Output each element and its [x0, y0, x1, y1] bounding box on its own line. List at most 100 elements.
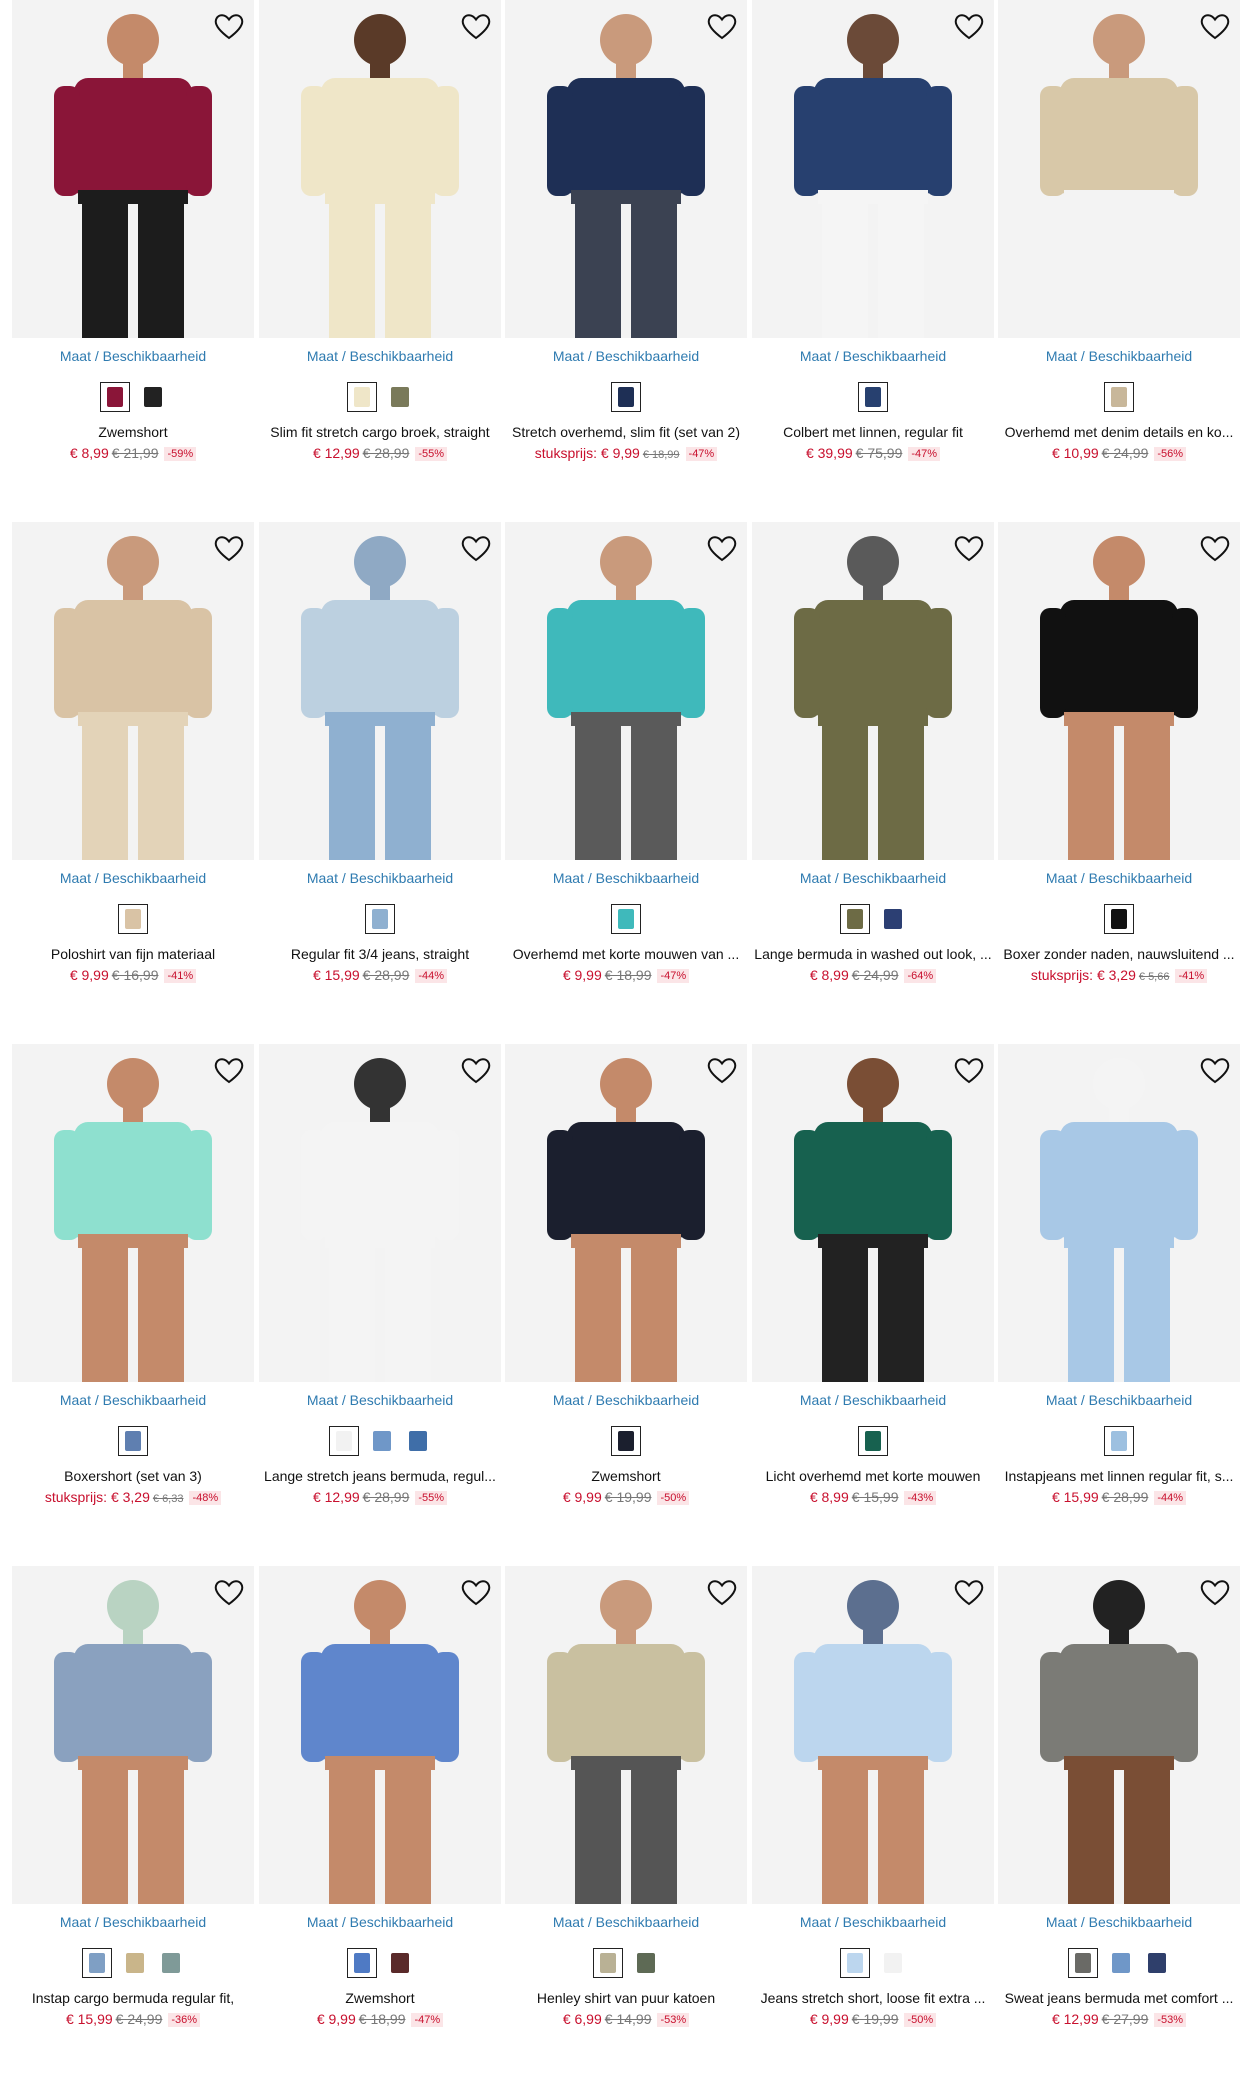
heart-icon[interactable] [1198, 532, 1232, 564]
color-swatch[interactable] [593, 1948, 623, 1978]
heart-icon[interactable] [212, 1576, 246, 1608]
heart-icon[interactable] [705, 1054, 739, 1086]
product-card[interactable]: Maat / Beschikbaarheid Regular fit 3/4 je… [259, 522, 501, 1002]
product-name[interactable]: Boxershort (set van 3) [12, 1468, 254, 1484]
heart-icon[interactable] [952, 1576, 986, 1608]
heart-icon[interactable] [1198, 10, 1232, 42]
product-card[interactable]: Maat / Beschikbaarheid Poloshirt van fijn… [12, 522, 254, 1002]
color-swatch[interactable] [118, 904, 148, 934]
heart-icon[interactable] [212, 1054, 246, 1086]
product-card[interactable]: Maat / Beschikbaarheid Lange stretch jean… [259, 1044, 501, 1524]
size-availability-link[interactable]: Maat / Beschikbaarheid [998, 870, 1240, 886]
product-image[interactable] [505, 0, 747, 338]
product-name[interactable]: Regular fit 3/4 jeans, straight [259, 946, 501, 962]
color-swatch[interactable] [329, 1426, 359, 1456]
product-image[interactable] [752, 522, 994, 860]
size-availability-link[interactable]: Maat / Beschikbaarheid [752, 348, 994, 364]
product-card[interactable]: Maat / Beschikbaarheid Instap cargo bermu… [12, 1566, 254, 2046]
product-card[interactable]: Maat / Beschikbaarheid Slim fit stretch c… [259, 0, 501, 480]
size-availability-link[interactable]: Maat / Beschikbaarheid [12, 348, 254, 364]
size-availability-link[interactable]: Maat / Beschikbaarheid [752, 870, 994, 886]
product-image[interactable] [998, 522, 1240, 860]
product-name[interactable]: Henley shirt van puur katoen [505, 1990, 747, 2006]
color-swatch[interactable] [611, 904, 641, 934]
color-swatch[interactable] [369, 1428, 395, 1454]
color-swatch[interactable] [1104, 904, 1134, 934]
product-image[interactable] [505, 1566, 747, 1904]
product-image[interactable] [12, 1044, 254, 1382]
color-swatch[interactable] [387, 1950, 413, 1976]
product-name[interactable]: Overhemd met denim details en ko... [998, 424, 1240, 440]
size-availability-link[interactable]: Maat / Beschikbaarheid [259, 1392, 501, 1408]
heart-icon[interactable] [212, 532, 246, 564]
heart-icon[interactable] [459, 532, 493, 564]
size-availability-link[interactable]: Maat / Beschikbaarheid [752, 1392, 994, 1408]
product-name[interactable]: Instap cargo bermuda regular fit, [12, 1990, 254, 2006]
product-image[interactable] [259, 522, 501, 860]
product-name[interactable]: Zwemshort [505, 1468, 747, 1484]
product-card[interactable]: Maat / Beschikbaarheid Licht overhemd met… [752, 1044, 994, 1524]
color-swatch[interactable] [347, 382, 377, 412]
product-name[interactable]: Colbert met linnen, regular fit [752, 424, 994, 440]
heart-icon[interactable] [952, 532, 986, 564]
product-name[interactable]: Overhemd met korte mouwen van ... [505, 946, 747, 962]
color-swatch[interactable] [840, 904, 870, 934]
product-card[interactable]: Maat / Beschikbaarheid Boxer zonder naden… [998, 522, 1240, 1002]
color-swatch[interactable] [611, 382, 641, 412]
product-card[interactable]: Maat / Beschikbaarheid Colbert met linnen… [752, 0, 994, 480]
heart-icon[interactable] [705, 10, 739, 42]
product-name[interactable]: Zwemshort [12, 424, 254, 440]
product-card[interactable]: Maat / Beschikbaarheid Jeans stretch shor… [752, 1566, 994, 2046]
product-name[interactable]: Boxer zonder naden, nauwsluitend ... [998, 946, 1240, 962]
color-swatch[interactable] [1104, 1426, 1134, 1456]
color-swatch[interactable] [1068, 1948, 1098, 1978]
product-name[interactable]: Lange stretch jeans bermuda, regul... [259, 1468, 501, 1484]
product-name[interactable]: Licht overhemd met korte mouwen [752, 1468, 994, 1484]
product-image[interactable] [998, 0, 1240, 338]
product-card[interactable]: Maat / Beschikbaarheid Sweat jeans bermud… [998, 1566, 1240, 2046]
product-card[interactable]: Maat / Beschikbaarheid Overhemd met denim… [998, 0, 1240, 480]
size-availability-link[interactable]: Maat / Beschikbaarheid [12, 1914, 254, 1930]
heart-icon[interactable] [212, 10, 246, 42]
color-swatch[interactable] [82, 1948, 112, 1978]
product-image[interactable] [505, 1044, 747, 1382]
product-name[interactable]: Instapjeans met linnen regular fit, s... [998, 1468, 1240, 1484]
product-name[interactable]: Poloshirt van fijn materiaal [12, 946, 254, 962]
product-image[interactable] [259, 1044, 501, 1382]
color-swatch[interactable] [118, 1426, 148, 1456]
heart-icon[interactable] [1198, 1576, 1232, 1608]
product-image[interactable] [12, 0, 254, 338]
color-swatch[interactable] [880, 1950, 906, 1976]
size-availability-link[interactable]: Maat / Beschikbaarheid [998, 348, 1240, 364]
size-availability-link[interactable]: Maat / Beschikbaarheid [752, 1914, 994, 1930]
product-image[interactable] [259, 1566, 501, 1904]
product-image[interactable] [998, 1566, 1240, 1904]
product-name[interactable]: Lange bermuda in washed out look, ... [752, 946, 994, 962]
color-swatch[interactable] [1108, 1950, 1134, 1976]
product-name[interactable]: Zwemshort [259, 1990, 501, 2006]
product-card[interactable]: Maat / Beschikbaarheid Lange bermuda in w… [752, 522, 994, 1002]
product-card[interactable]: Maat / Beschikbaarheid Zwemshort € 9,99 € 1… [505, 1044, 747, 1524]
size-availability-link[interactable]: Maat / Beschikbaarheid [259, 1914, 501, 1930]
size-availability-link[interactable]: Maat / Beschikbaarheid [505, 1392, 747, 1408]
heart-icon[interactable] [705, 1576, 739, 1608]
heart-icon[interactable] [705, 532, 739, 564]
color-swatch[interactable] [1144, 1950, 1170, 1976]
color-swatch[interactable] [880, 906, 906, 932]
color-swatch[interactable] [140, 384, 166, 410]
size-availability-link[interactable]: Maat / Beschikbaarheid [12, 870, 254, 886]
heart-icon[interactable] [1198, 1054, 1232, 1086]
heart-icon[interactable] [459, 1576, 493, 1608]
product-name[interactable]: Slim fit stretch cargo broek, straight [259, 424, 501, 440]
size-availability-link[interactable]: Maat / Beschikbaarheid [505, 348, 747, 364]
size-availability-link[interactable]: Maat / Beschikbaarheid [998, 1914, 1240, 1930]
product-image[interactable] [12, 522, 254, 860]
color-swatch[interactable] [365, 904, 395, 934]
color-swatch[interactable] [633, 1950, 659, 1976]
product-image[interactable] [12, 1566, 254, 1904]
product-card[interactable]: Maat / Beschikbaarheid Stretch overhemd, … [505, 0, 747, 480]
heart-icon[interactable] [952, 10, 986, 42]
size-availability-link[interactable]: Maat / Beschikbaarheid [505, 1914, 747, 1930]
product-image[interactable] [259, 0, 501, 338]
product-name[interactable]: Jeans stretch short, loose fit extra ... [752, 1990, 994, 2006]
